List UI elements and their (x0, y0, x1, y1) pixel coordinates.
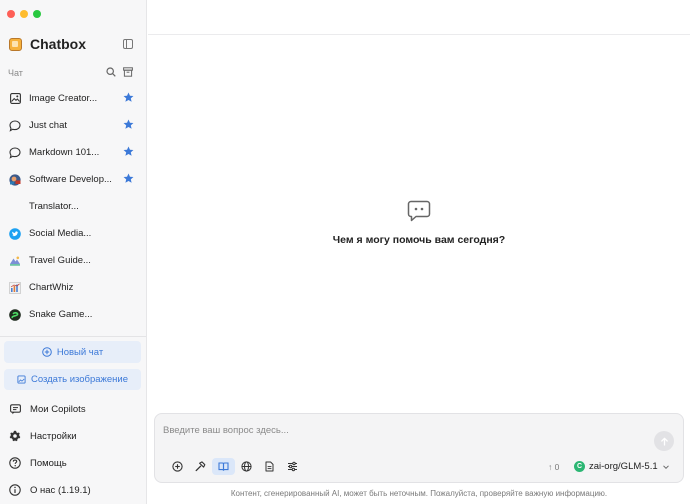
chat-item-label: Snake Game... (29, 309, 93, 320)
settings-label: Настройки (30, 430, 77, 442)
sidebar-item-copilots[interactable]: Мои Copilots (9, 403, 86, 415)
model-name: zai-org/GLM-5.1 (589, 461, 658, 472)
knowledge-base-button[interactable] (212, 458, 235, 475)
chat-item-label: Image Creator... (29, 93, 98, 104)
plus-circle-icon (42, 347, 52, 357)
chat-item-label: Travel Guide... (29, 255, 91, 266)
chat-item-image-creator[interactable]: Image Creator... (0, 85, 146, 112)
chart-avatar-icon (9, 281, 21, 294)
brand: Chatbox (9, 36, 86, 52)
arrow-up-icon (660, 437, 668, 446)
hammer-icon (195, 461, 206, 472)
zoom-window-button[interactable] (33, 10, 41, 18)
about-label: О нас (1.19.1) (30, 484, 91, 496)
chatbox-logo-icon (9, 37, 22, 51)
sidebar-divider (0, 336, 146, 337)
welcome-message: Чем я могу помочь вам сегодня? (332, 234, 506, 246)
document-icon (265, 461, 274, 472)
chat-list: Image Creator... Just chat Markdown 101.… (0, 85, 146, 328)
main-panel: Чем я могу помочь вам сегодня? Введите в… (148, 0, 690, 504)
archive-icon[interactable] (123, 67, 133, 77)
chat-item-label: Just chat (29, 120, 68, 131)
copilots-label: Мои Copilots (30, 403, 86, 415)
new-chat-label: Новый чат (56, 346, 104, 358)
chat-item-chartwhiz[interactable]: ChartWhiz (0, 274, 146, 301)
create-image-button[interactable]: Создать изображение (4, 369, 141, 390)
chat-item-label: Markdown 101... (29, 147, 100, 158)
snake-game-icon (9, 308, 21, 321)
composer: ↑ 0 C zai-org/GLM-5.1 (154, 413, 684, 483)
help-icon (9, 457, 21, 469)
new-chat-button[interactable]: Новый чат (4, 341, 141, 363)
help-label: Помощь (30, 457, 67, 469)
copilot-icon (9, 403, 21, 415)
chat-bubble-icon (9, 146, 21, 159)
send-button[interactable] (654, 431, 674, 451)
tools-button[interactable] (189, 458, 212, 475)
chat-item-social-media[interactable]: Social Media... (0, 220, 146, 247)
message-input[interactable] (163, 422, 643, 438)
web-search-button[interactable] (235, 458, 258, 475)
chevron-down-icon (662, 464, 669, 469)
chat-item-label: Translator... (29, 201, 79, 212)
gear-icon (9, 430, 21, 442)
star-icon[interactable] (123, 146, 134, 157)
developer-avatar-icon (9, 173, 21, 186)
chat-item-just-chat[interactable]: Just chat (0, 112, 146, 139)
sidebar: Chatbox Чат Image Creator... Just chat M… (0, 0, 147, 504)
search-icon[interactable] (106, 67, 116, 77)
window-controls (7, 10, 41, 18)
info-icon (9, 484, 21, 496)
image-icon (9, 93, 21, 105)
sidebar-item-settings[interactable]: Настройки (9, 430, 77, 442)
image-icon (17, 375, 26, 384)
close-window-button[interactable] (7, 10, 15, 18)
sidebar-item-help[interactable]: Помощь (9, 457, 67, 469)
chat-item-markdown[interactable]: Markdown 101... (0, 139, 146, 166)
minimize-window-button[interactable] (20, 10, 28, 18)
sidebar-item-about[interactable]: О нас (1.19.1) (9, 484, 91, 496)
top-bar (148, 0, 690, 35)
chat-section-label: Чат (8, 68, 23, 78)
chat-item-software-developer[interactable]: Software Develop... (0, 166, 146, 193)
chat-item-label: Social Media... (29, 228, 92, 239)
collapse-sidebar-icon[interactable] (123, 39, 133, 49)
chat-bubble-icon (9, 119, 21, 132)
chat-item-snake-game[interactable]: Snake Game... (0, 301, 146, 328)
create-image-label: Создать изображение (30, 374, 129, 385)
composer-toolbar (166, 458, 304, 475)
chat-item-label: Software Develop... (29, 174, 112, 185)
chat-bot-icon (407, 200, 431, 222)
chat-item-travel-guide[interactable]: Travel Guide... (0, 247, 146, 274)
model-selector[interactable]: C zai-org/GLM-5.1 (574, 461, 670, 472)
twitter-bird-icon (9, 227, 21, 240)
attach-button[interactable] (166, 458, 189, 475)
globe-icon (241, 461, 252, 472)
chat-item-translator[interactable]: Translator... (0, 193, 146, 220)
travel-avatar-icon (9, 255, 21, 267)
star-icon[interactable] (123, 119, 134, 130)
sliders-icon (288, 461, 297, 472)
book-icon (218, 462, 229, 471)
attach-file-button[interactable] (258, 458, 281, 475)
chat-item-label: ChartWhiz (29, 282, 74, 293)
model-provider-icon: C (574, 461, 585, 472)
settings-sliders-button[interactable] (281, 458, 304, 475)
plus-circle-icon (172, 461, 183, 472)
app-title: Chatbox (30, 36, 86, 52)
blank-avatar-icon (9, 201, 21, 213)
token-count: ↑ 0 (548, 462, 560, 472)
star-icon[interactable] (123, 92, 134, 103)
ai-disclaimer: Контент, сгенерированный AI, может быть … (230, 489, 608, 498)
star-icon[interactable] (123, 173, 134, 184)
